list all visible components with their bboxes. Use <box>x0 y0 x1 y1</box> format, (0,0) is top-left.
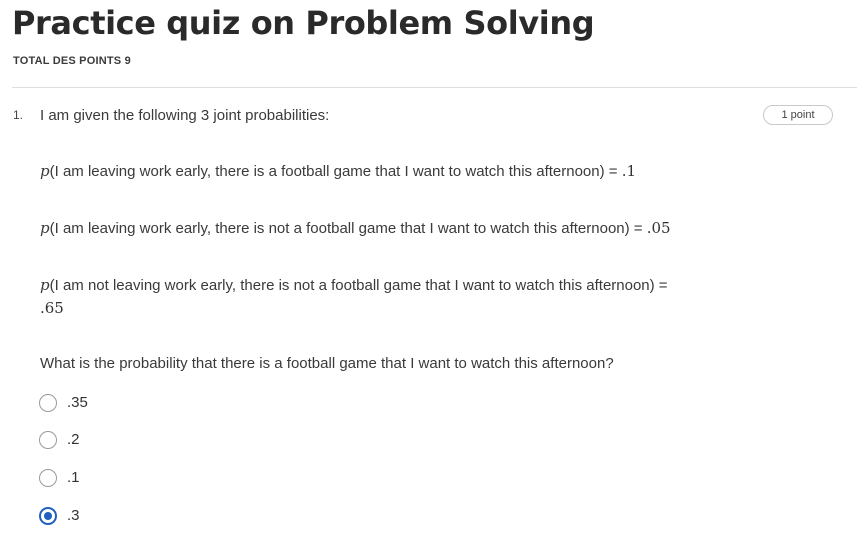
probability-line-2: p(I am leaving work early, there is not … <box>40 219 671 237</box>
page-title: Practice quiz on Problem Solving <box>12 4 595 42</box>
radio-button-selected[interactable] <box>39 507 57 525</box>
probability-line-3-value: .65 <box>40 299 64 317</box>
question-intro: I am given the following 3 joint probabi… <box>40 107 330 124</box>
probability-value: .65 <box>40 299 64 317</box>
option-label: .35 <box>67 394 88 411</box>
radio-button[interactable] <box>39 394 57 412</box>
probability-symbol: p <box>40 276 50 294</box>
radio-button[interactable] <box>39 431 57 449</box>
probability-value: .05 <box>646 219 671 237</box>
total-points: TOTAL DES POINTS 9 <box>13 55 131 67</box>
probability-line-3: p(I am not leaving work early, there is … <box>40 276 668 294</box>
option-label: .3 <box>67 507 80 524</box>
question-number: 1. <box>13 108 24 122</box>
question-prompt: What is the probability that there is a … <box>40 355 614 372</box>
divider <box>12 87 857 88</box>
radio-button[interactable] <box>39 469 57 487</box>
probability-text: (I am leaving work early, there is not a… <box>49 220 647 237</box>
probability-symbol: p <box>40 162 50 180</box>
point-badge: 1 point <box>763 105 833 125</box>
option-label: .1 <box>67 469 80 486</box>
option-label: .2 <box>67 431 80 448</box>
probability-symbol: p <box>40 219 50 237</box>
probability-text: (I am leaving work early, there is a foo… <box>49 163 622 180</box>
probability-value: .1 <box>621 162 637 180</box>
probability-line-1: p(I am leaving work early, there is a fo… <box>40 162 636 180</box>
probability-text: (I am not leaving work early, there is n… <box>49 277 668 294</box>
